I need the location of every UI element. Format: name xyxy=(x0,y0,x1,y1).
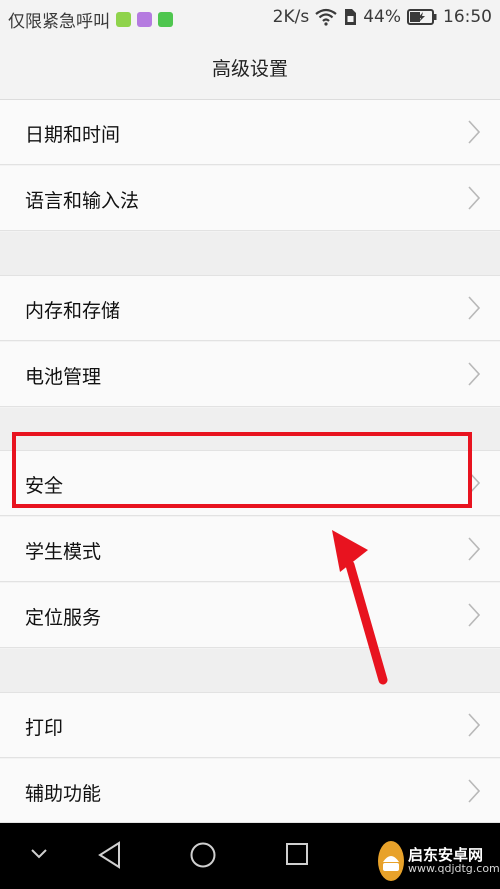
network-speed: 2K/s xyxy=(272,7,310,27)
annotation-arrow xyxy=(332,530,388,685)
settings-item-label: 内存和存储 xyxy=(25,300,121,322)
settings-item-date-time[interactable]: 日期和时间 xyxy=(0,100,500,165)
notification-gallery-icon xyxy=(137,12,152,27)
battery-percent: 44% xyxy=(363,7,401,27)
chevron-right-icon xyxy=(468,186,480,210)
sim-card-icon xyxy=(345,9,357,25)
settings-item-label: 日期和时间 xyxy=(25,124,121,146)
clock: 16:50 xyxy=(443,7,492,27)
settings-item-location[interactable]: 定位服务 xyxy=(0,583,500,648)
recents-icon[interactable] xyxy=(285,841,309,867)
settings-item-label: 电池管理 xyxy=(25,366,102,388)
chevron-right-icon xyxy=(468,779,480,803)
settings-item-label: 打印 xyxy=(25,717,64,739)
battery-charging-icon xyxy=(407,9,437,25)
watermark: 启东安卓网 www.qdjdtg.com xyxy=(378,835,500,887)
settings-item-memory-storage[interactable]: 内存和存储 xyxy=(0,276,500,341)
page-title: 高级设置 xyxy=(211,58,288,80)
settings-item-accessibility[interactable]: 辅助功能 xyxy=(0,759,500,823)
settings-item-label: 学生模式 xyxy=(25,541,102,563)
notification-app-icon xyxy=(116,12,131,27)
carrier-text: 仅限紧急呼叫 xyxy=(8,12,110,32)
chevron-right-icon xyxy=(468,362,480,386)
notification-wechat-icon xyxy=(158,12,173,27)
android-icon xyxy=(383,856,399,871)
chevron-right-icon xyxy=(468,713,480,737)
chevron-right-icon xyxy=(468,120,480,144)
title-bar: 高级设置 xyxy=(0,36,500,100)
home-icon[interactable] xyxy=(189,841,217,869)
watermark-title: 启东安卓网 xyxy=(408,845,484,864)
settings-item-label: 定位服务 xyxy=(25,607,102,629)
highlight-box xyxy=(12,432,472,508)
watermark-url: www.qdjdtg.com xyxy=(408,862,500,876)
chevron-right-icon xyxy=(468,603,480,627)
settings-item-battery[interactable]: 电池管理 xyxy=(0,342,500,407)
settings-item-language-input[interactable]: 语言和输入法 xyxy=(0,166,500,231)
settings-item-label: 辅助功能 xyxy=(25,783,102,805)
section-divider xyxy=(0,649,500,693)
settings-item-student-mode[interactable]: 学生模式 xyxy=(0,517,500,582)
settings-item-label: 语言和输入法 xyxy=(25,190,140,212)
chevron-right-icon xyxy=(468,296,480,320)
status-bar: 仅限紧急呼叫 2K/s 44% 16:50 xyxy=(0,0,500,36)
chevron-right-icon xyxy=(468,537,480,561)
back-icon[interactable] xyxy=(97,841,123,869)
settings-item-print[interactable]: 打印 xyxy=(0,693,500,758)
chevron-down-icon[interactable] xyxy=(30,847,48,861)
section-divider xyxy=(0,232,500,276)
watermark-logo-icon xyxy=(378,841,404,881)
wifi-icon xyxy=(315,8,337,26)
